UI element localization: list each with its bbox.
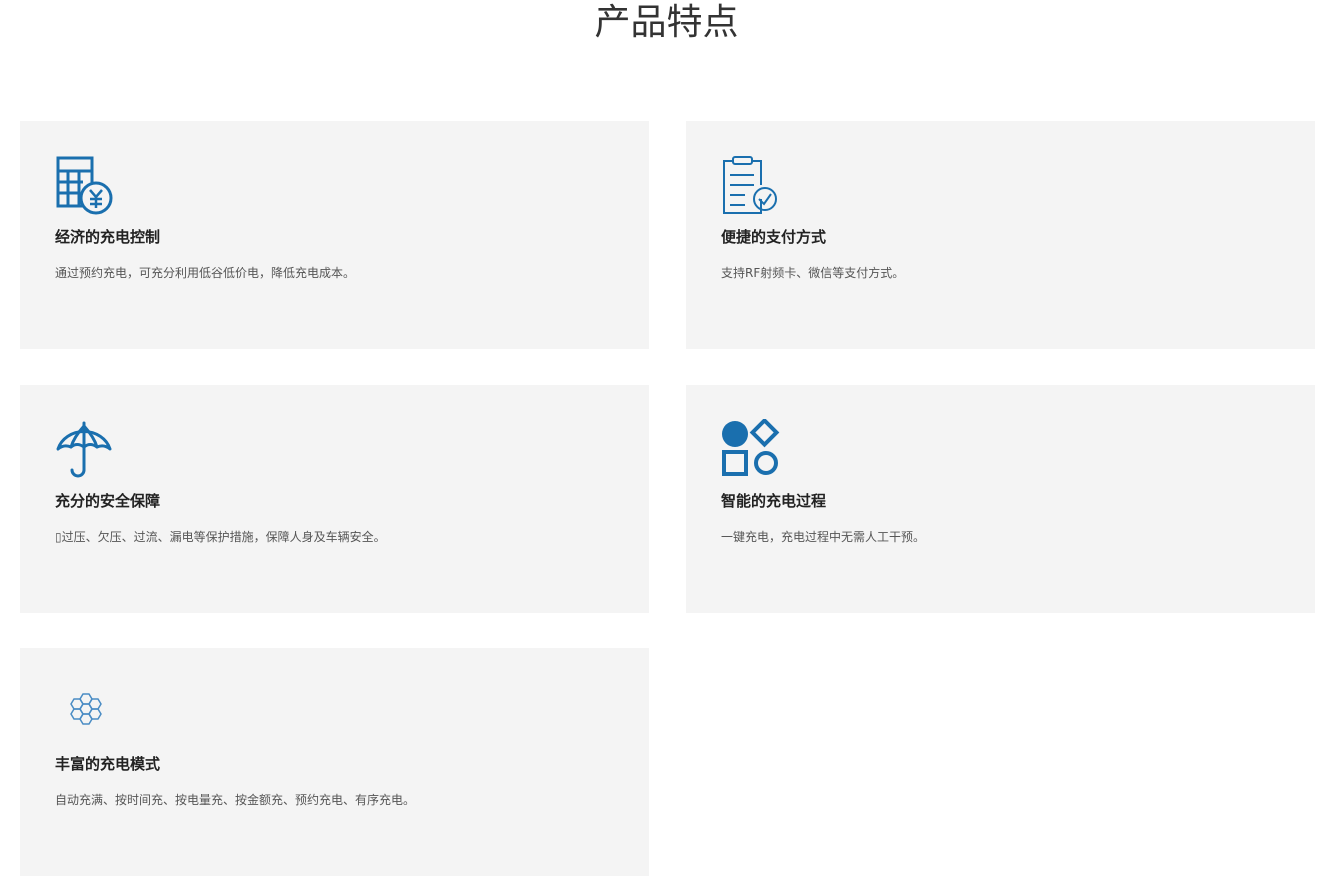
feature-card-safety: 充分的安全保障 ▯过压、欠压、过流、漏电等保护措施，保障人身及车辆安全。 [20,385,649,613]
feature-card-modes: 丰富的充电模式 自动充满、按时间充、按电量充、按金额充、预约充电、有序充电。 [20,648,649,876]
product-features-page: 产品特点 经济的充电控制 通过预约充电，可充分利用低谷低价电，降低充电成本。 便… [0,0,1333,879]
feature-description: ▯过压、欠压、过流、漏电等保护措施，保障人身及车辆安全。 [55,530,386,544]
feature-description: 通过预约充电，可充分利用低谷低价电，降低充电成本。 [55,266,356,280]
feature-card-intelligent: 智能的充电过程 一键充电，充电过程中无需人工干预。 [686,385,1315,613]
feature-description: 自动充满、按时间充、按电量充、按金额充、预约充电、有序充电。 [55,793,416,807]
feature-card-payment: 便捷的支付方式 支持RF射频卡、微信等支付方式。 [686,121,1315,349]
feature-title: 智能的充电过程 [721,492,827,510]
feature-title: 便捷的支付方式 [721,228,827,246]
feature-title: 充分的安全保障 [55,492,161,510]
feature-description: 一键充电，充电过程中无需人工干预。 [721,530,926,544]
shapes-icon [721,419,781,479]
hexagon-cluster-icon [55,682,115,742]
feature-title: 丰富的充电模式 [55,755,161,773]
feature-title: 经济的充电控制 [55,228,161,246]
clipboard-check-icon [721,155,781,215]
umbrella-icon [55,419,115,479]
section-title: 产品特点 [594,2,739,43]
feature-card-economic-charging: 经济的充电控制 通过预约充电，可充分利用低谷低价电，降低充电成本。 [20,121,649,349]
feature-description: 支持RF射频卡、微信等支付方式。 [721,266,905,280]
calculator-yen-icon [55,155,115,215]
